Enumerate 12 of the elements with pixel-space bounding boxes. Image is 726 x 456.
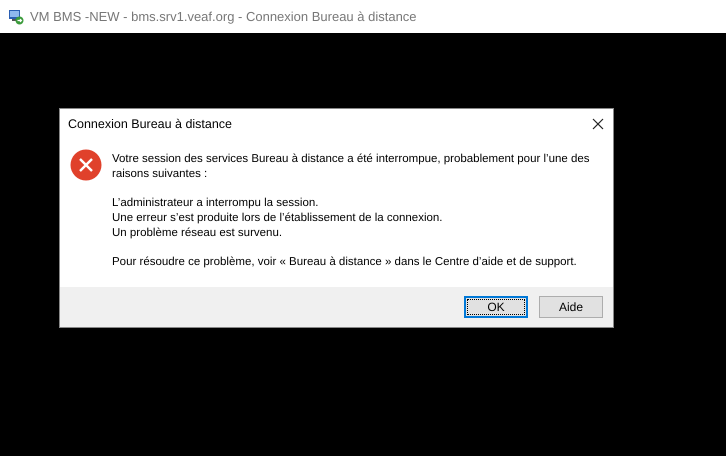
- reason-line: Un problème réseau est survenu.: [112, 226, 284, 241]
- dialog-title: Connexion Bureau à distance: [68, 117, 232, 131]
- help-button[interactable]: Aide: [539, 296, 603, 318]
- window-title: VM BMS -NEW - bms.srv1.veaf.org - Connexion Bureau à distance: [30, 9, 417, 24]
- close-icon[interactable]: [592, 118, 604, 130]
- reason-line: L’administrateur a interrompu la session.: [112, 196, 320, 211]
- error-icon: [70, 149, 102, 181]
- help-message: Pour résoudre ce problème, voir « Bureau à distance » dans le Centre d’aide et de support.: [112, 255, 578, 270]
- error-message: Votre session des services Bureau à distance a été interrompue, probablement pour l’une des raisons suivantes :: [112, 152, 591, 182]
- reason-line: Une erreur s’est produite lors de l’établissement de la connexion.: [112, 211, 444, 226]
- remote-desktop-icon: [8, 8, 24, 24]
- ok-button[interactable]: OK: [464, 296, 528, 318]
